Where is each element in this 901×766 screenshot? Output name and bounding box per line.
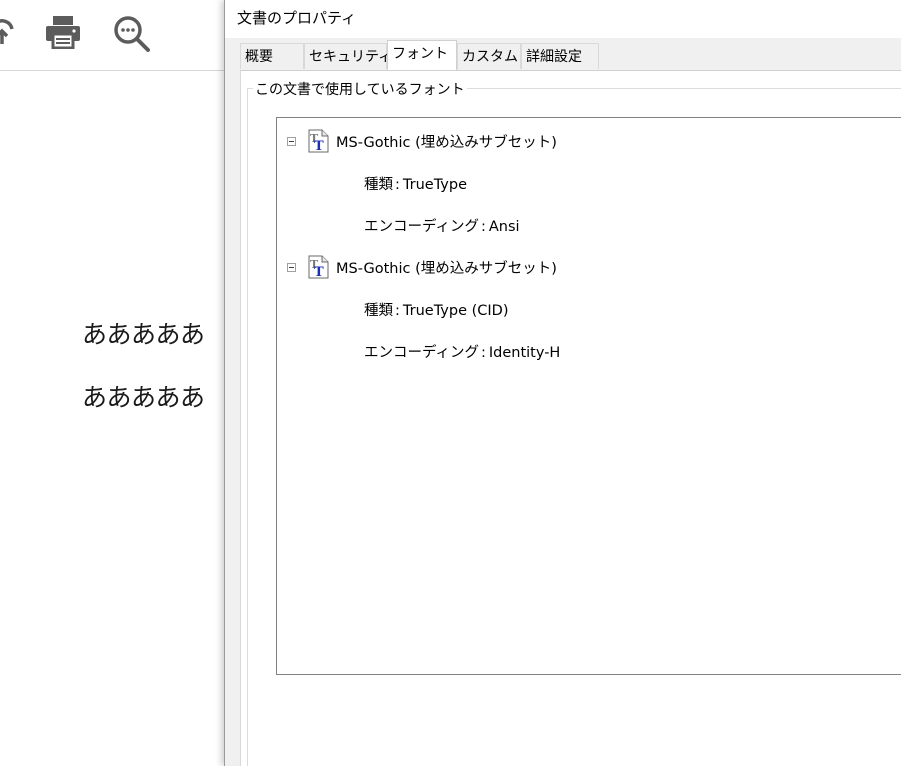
tree-node-font[interactable]: T T MS-Gothic (埋め込みサブセット) xyxy=(277,254,897,280)
svg-text:T: T xyxy=(314,139,324,153)
font-encoding-line: エンコーディング: Ansi xyxy=(364,215,520,236)
separator: : xyxy=(395,177,400,193)
font-encoding-line: エンコーディング: Identity-H xyxy=(364,341,560,362)
separator: : xyxy=(480,219,486,235)
cloud-upload-icon[interactable] xyxy=(0,14,16,54)
viewer-toolbar xyxy=(0,0,224,71)
truetype-font-icon: T T xyxy=(307,129,331,157)
collapse-icon[interactable] xyxy=(287,263,296,272)
font-encoding-value: Identity-H xyxy=(488,345,561,361)
collapse-icon[interactable] xyxy=(287,137,296,146)
separator: : xyxy=(395,303,400,319)
font-encoding-label: エンコーディング xyxy=(364,345,479,361)
separator: : xyxy=(480,345,486,361)
document-page: あああああ あああああ xyxy=(0,71,224,766)
document-text-line: あああああ xyxy=(82,383,205,412)
print-icon[interactable] xyxy=(45,15,81,53)
svg-text:T: T xyxy=(314,265,324,279)
tab-security[interactable]: セキュリティ xyxy=(304,43,392,69)
font-type-line: 種類: TrueType xyxy=(364,173,467,194)
zoom-icon[interactable] xyxy=(113,15,151,57)
screen: あああああ あああああ 文書のプロパティ 概要 セキュリティ フォント カスタム… xyxy=(0,0,901,766)
dialog-title: 文書のプロパティ xyxy=(237,9,357,27)
tab-advanced[interactable]: 詳細設定 xyxy=(521,43,599,69)
font-encoding-value: Ansi xyxy=(488,219,520,235)
font-type-label: 種類 xyxy=(364,177,393,193)
font-type-value: TrueType (CID) xyxy=(402,303,509,319)
font-encoding-label: エンコーディング xyxy=(364,219,479,235)
font-type-label: 種類 xyxy=(364,303,393,319)
font-name-label: MS-Gothic (埋め込みサブセット) xyxy=(336,135,557,151)
font-type-value: TrueType xyxy=(402,177,467,193)
tab-description[interactable]: 概要 xyxy=(240,43,304,69)
font-name-label: MS-Gothic (埋め込みサブセット) xyxy=(336,261,557,277)
fonts-tab-page: この文書で使用しているフォント T T MS-Gothic (埋め込みサブセット… xyxy=(240,70,901,766)
truetype-font-icon: T T xyxy=(307,255,331,283)
tab-custom[interactable]: カスタム xyxy=(457,43,521,69)
font-type-line: 種類: TrueType (CID) xyxy=(364,299,508,320)
groupbox-label: この文書で使用しているフォント xyxy=(253,79,467,99)
document-text-line: あああああ xyxy=(82,320,205,349)
dialog-titlebar[interactable]: 文書のプロパティ xyxy=(225,0,901,38)
tab-fonts[interactable]: フォント xyxy=(387,40,457,70)
font-tree[interactable]: T T MS-Gothic (埋め込みサブセット) 種類: TrueType エン… xyxy=(276,117,901,675)
tree-node-font[interactable]: T T MS-Gothic (埋め込みサブセット) xyxy=(277,128,897,154)
document-properties-dialog: 文書のプロパティ 概要 セキュリティ フォント カスタム 詳細設定 この文書で使… xyxy=(224,0,901,766)
tab-strip: 概要 セキュリティ フォント カスタム 詳細設定 xyxy=(240,40,901,70)
